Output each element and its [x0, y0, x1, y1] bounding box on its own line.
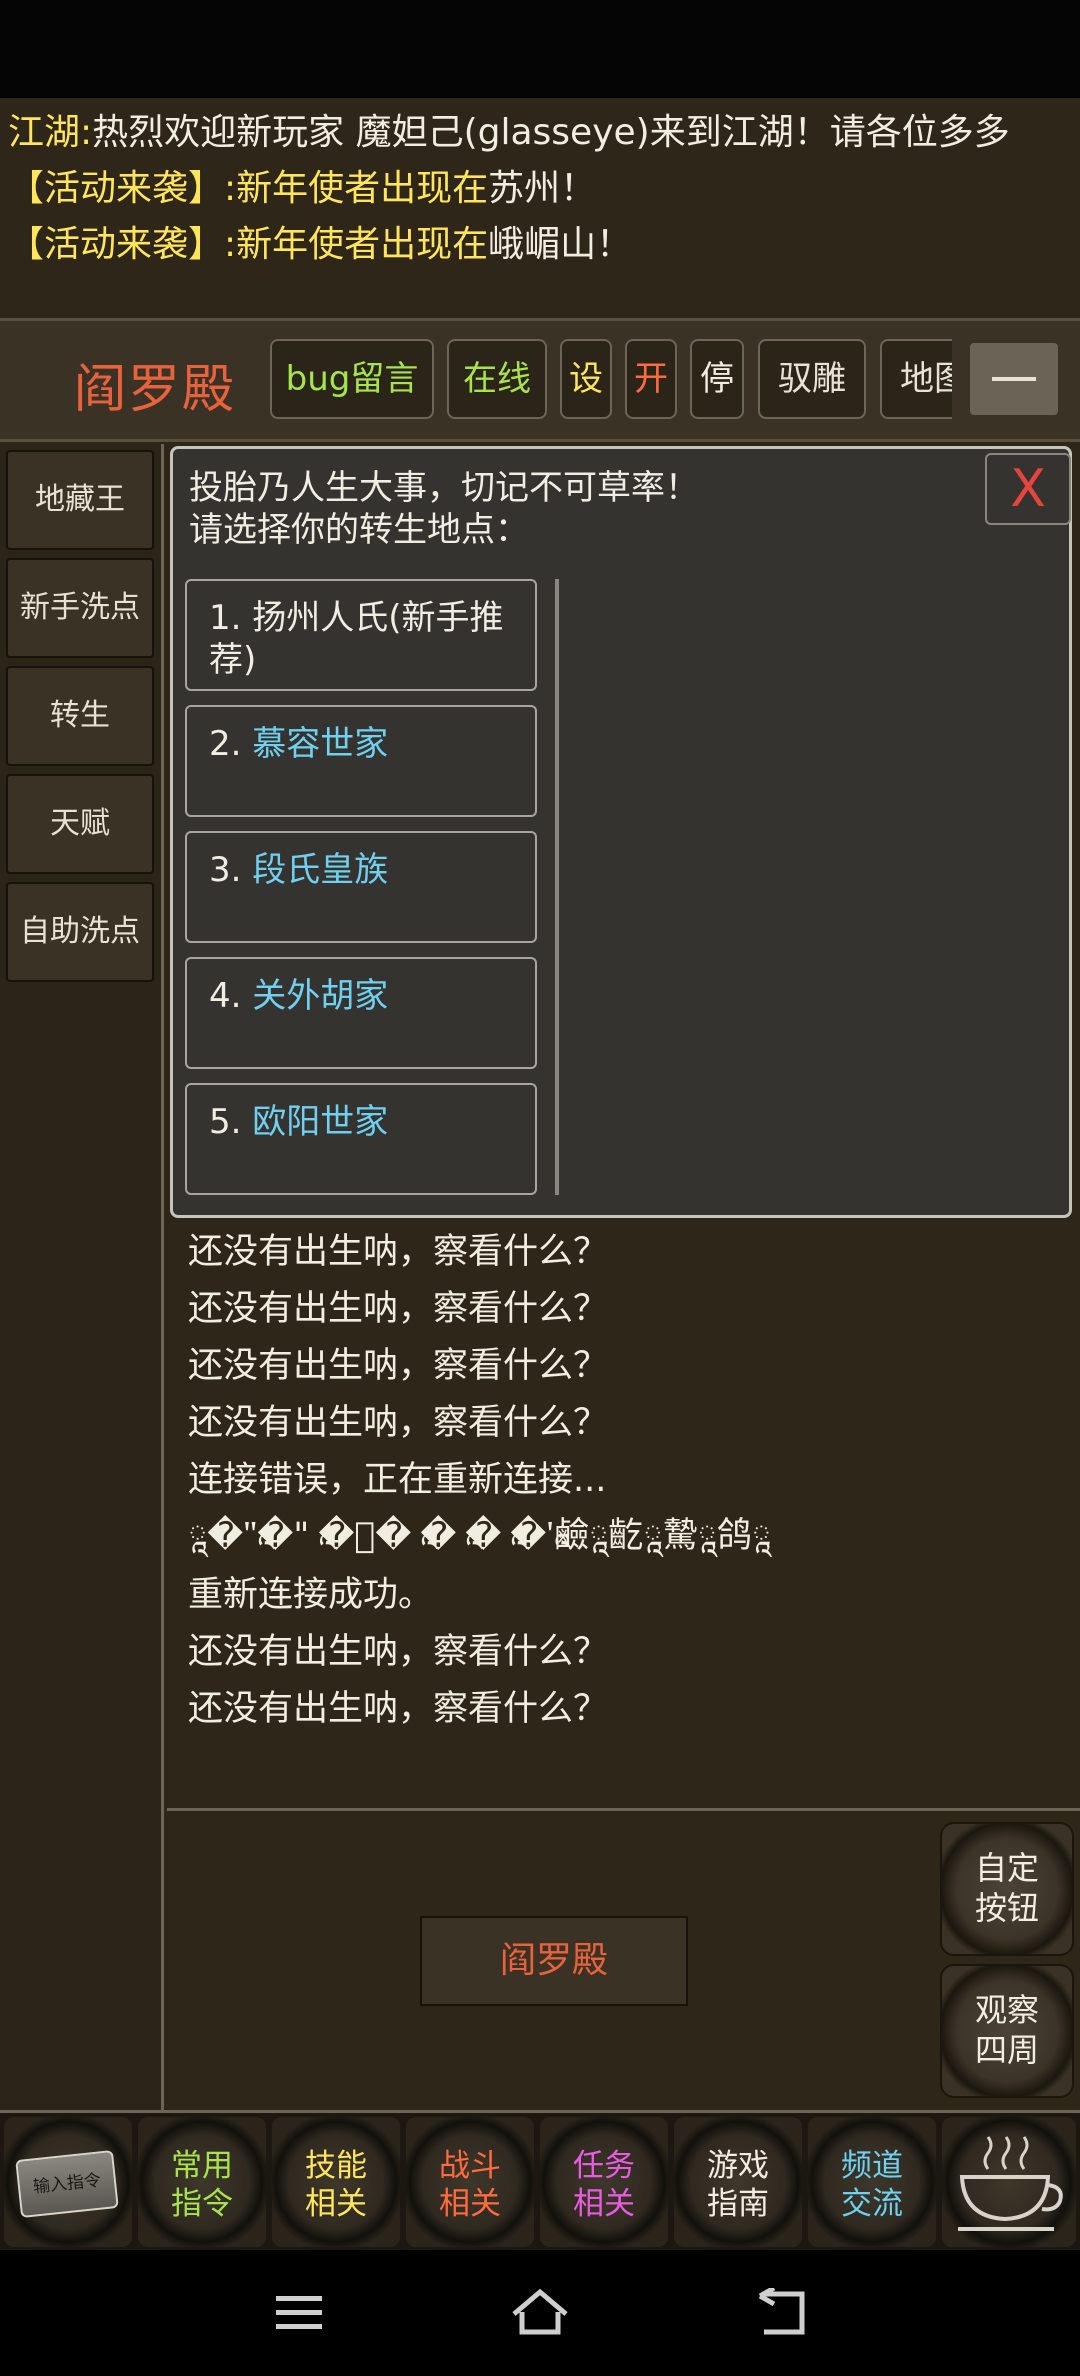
tab-skills[interactable]: 技能 相关 [272, 2117, 400, 2247]
event-tag: 【活动来袭】:新年使者出现在 [8, 224, 489, 265]
dialog-line: 请选择你的转生地点： [189, 510, 529, 550]
sidebar-item-self-reset[interactable]: 自助洗点 [6, 882, 154, 982]
tame-eagle-button[interactable]: 驭雕 [758, 339, 866, 419]
tab-label: 相关 [305, 2186, 367, 2222]
custom-button[interactable]: 自定 按钮 [940, 1822, 1074, 1956]
npc-sidebar: 地藏王 新手洗点 转生 天赋 自助洗点 [0, 444, 164, 2110]
tab-label: 任务 [573, 2148, 635, 2184]
tab-label: 交流 [841, 2186, 903, 2222]
log-message: 还没有出生呐，察看什么？ [188, 1289, 609, 1329]
option-number: 3. [209, 850, 253, 890]
input-command-label: 输入指令 [15, 2150, 119, 2218]
tab-label: 游戏 [707, 2148, 769, 2184]
option-label: 段氏皇族 [252, 850, 389, 890]
log-message: 还没有出生呐，察看什么？ [188, 1346, 609, 1386]
dialog-message: 投胎乃人生大事，切记不可草率！ 请选择你的转生地点： [189, 467, 699, 551]
welcome-text: 热烈欢迎新玩家 魔妲己(glasseye)来到江湖！请各位多多 [92, 112, 1010, 153]
online-button[interactable]: 在线 [447, 339, 547, 419]
log-message: 重新连接成功。 [188, 1575, 434, 1615]
event-tag: 【活动来袭】:新年使者出现在 [8, 168, 489, 209]
observe-button-label: 观察 [974, 1991, 1039, 2029]
broadcast-line-event: 【活动来袭】:新年使者出现在苏州！ [8, 164, 596, 214]
option-number: 1. [209, 598, 253, 638]
close-button[interactable]: X [985, 453, 1071, 525]
tab-label: 指令 [171, 2186, 233, 2222]
tab-label: 指南 [707, 2186, 769, 2222]
menu-icon[interactable] [272, 2288, 328, 2336]
input-command-button[interactable]: 输入指令 [4, 2117, 132, 2247]
tab-label: 相关 [573, 2186, 635, 2222]
tab-quests[interactable]: 任务 相关 [540, 2117, 668, 2247]
dialog-line: 投胎乃人生大事，切记不可草率！ [189, 468, 699, 508]
log-message: 还没有出生呐，察看什么？ [188, 1689, 609, 1729]
custom-button-label: 自定 [974, 1849, 1039, 1887]
tea-cup-icon [958, 2136, 1063, 2231]
location-header: 阎罗殿 bug留言 在线 设 开 停 驭雕 地图 [0, 318, 1080, 442]
options-scrollbar[interactable] [555, 579, 559, 1195]
tab-common-commands[interactable]: 常用 指令 [138, 2117, 266, 2247]
log-message: 连接错误，正在重新连接... [188, 1460, 607, 1500]
sidebar-item-newbie-reset[interactable]: 新手洗点 [6, 558, 154, 658]
broadcast-line-welcome: 江湖:热烈欢迎新玩家 魔妲己(glasseye)来到江湖！请各位多多 [8, 108, 1010, 158]
system-nav-bar [0, 2250, 1080, 2376]
log-message-garbled: ཱ�"ཱ�" ཱ�ཱ� ཱ� ཱ� ཱ�'ཱ鹼ཱ齕ཱ騺ཱ鸽ཱ [188, 1516, 771, 1556]
message-log: 还没有出生呐，察看什么？ 还没有出生呐，察看什么？ 还没有出生呐，察看什么？ 还… [188, 1190, 1068, 1738]
option-label: 慕容世家 [252, 724, 389, 764]
tab-label: 战斗 [439, 2148, 501, 2184]
event-place: 峨嵋山！ [488, 224, 633, 265]
rebirth-dialog: 投胎乃人生大事，切记不可草率！ 请选择你的转生地点： X 1. 扬州人氏(新手推… [170, 446, 1072, 1218]
sidebar-item-dizangwang[interactable]: 地藏王 [6, 450, 154, 550]
bug-report-button[interactable]: bug留言 [270, 339, 434, 419]
option-yangzhou[interactable]: 1. 扬州人氏(新手推荐) [185, 579, 537, 691]
minimize-button[interactable] [970, 343, 1058, 415]
option-duan[interactable]: 3. 段氏皇族 [185, 831, 537, 943]
status-bar [0, 0, 1080, 98]
open-button[interactable]: 开 [625, 339, 677, 419]
channel-tag: 江湖: [8, 112, 93, 153]
broadcast-line-event: 【活动来袭】:新年使者出现在峨嵋山！ [8, 220, 632, 270]
tab-label: 技能 [305, 2148, 367, 2184]
option-hu[interactable]: 4. 关外胡家 [185, 957, 537, 1069]
observe-button[interactable]: 观察 四周 [940, 1964, 1074, 2098]
panel-divider [167, 1808, 1080, 1811]
command-bar: 输入指令 常用 指令 技能 相关 战斗 相关 任务 相关 游戏 指南 频道 交流 [0, 2110, 1080, 2250]
settings-button[interactable]: 设 [560, 339, 612, 419]
broadcast-panel: 江湖:热烈欢迎新玩家 魔妲己(glasseye)来到江湖！请各位多多 【活动来袭… [0, 98, 1080, 316]
option-number: 5. [209, 1102, 253, 1142]
log-message: 还没有出生呐，察看什么？ [188, 1232, 609, 1272]
observe-button-label: 四周 [974, 2031, 1039, 2069]
option-number: 4. [209, 976, 253, 1016]
custom-button-label: 按钮 [974, 1889, 1039, 1927]
log-message: 还没有出生呐，察看什么？ [188, 1403, 609, 1443]
stop-button[interactable]: 停 [690, 339, 744, 419]
option-ouyang[interactable]: 5. 欧阳世家 [185, 1083, 537, 1195]
map-button[interactable]: 地图 [880, 339, 952, 419]
location-title: 阎罗殿 [74, 360, 237, 420]
option-number: 2. [209, 724, 253, 764]
sidebar-item-talent[interactable]: 天赋 [6, 774, 154, 874]
event-place: 苏州！ [488, 168, 597, 209]
tab-label: 常用 [171, 2148, 233, 2184]
tea-cup-button[interactable] [942, 2117, 1076, 2247]
option-label: 关外胡家 [252, 976, 389, 1016]
home-icon[interactable] [508, 2288, 572, 2340]
location-exit-button[interactable]: 阎罗殿 [420, 1916, 688, 2006]
tab-label: 频道 [841, 2148, 903, 2184]
option-label: 扬州人氏(新手推荐) [209, 598, 504, 680]
sidebar-item-rebirth[interactable]: 转生 [6, 666, 154, 766]
back-icon[interactable] [752, 2288, 810, 2340]
tab-channel-chat[interactable]: 频道 交流 [808, 2117, 936, 2247]
option-murong[interactable]: 2. 慕容世家 [185, 705, 537, 817]
tab-combat[interactable]: 战斗 相关 [406, 2117, 534, 2247]
tab-game-guide[interactable]: 游戏 指南 [674, 2117, 802, 2247]
option-label: 欧阳世家 [252, 1102, 389, 1142]
log-message: 还没有出生呐，察看什么？ [188, 1632, 609, 1672]
tab-label: 相关 [439, 2186, 501, 2222]
